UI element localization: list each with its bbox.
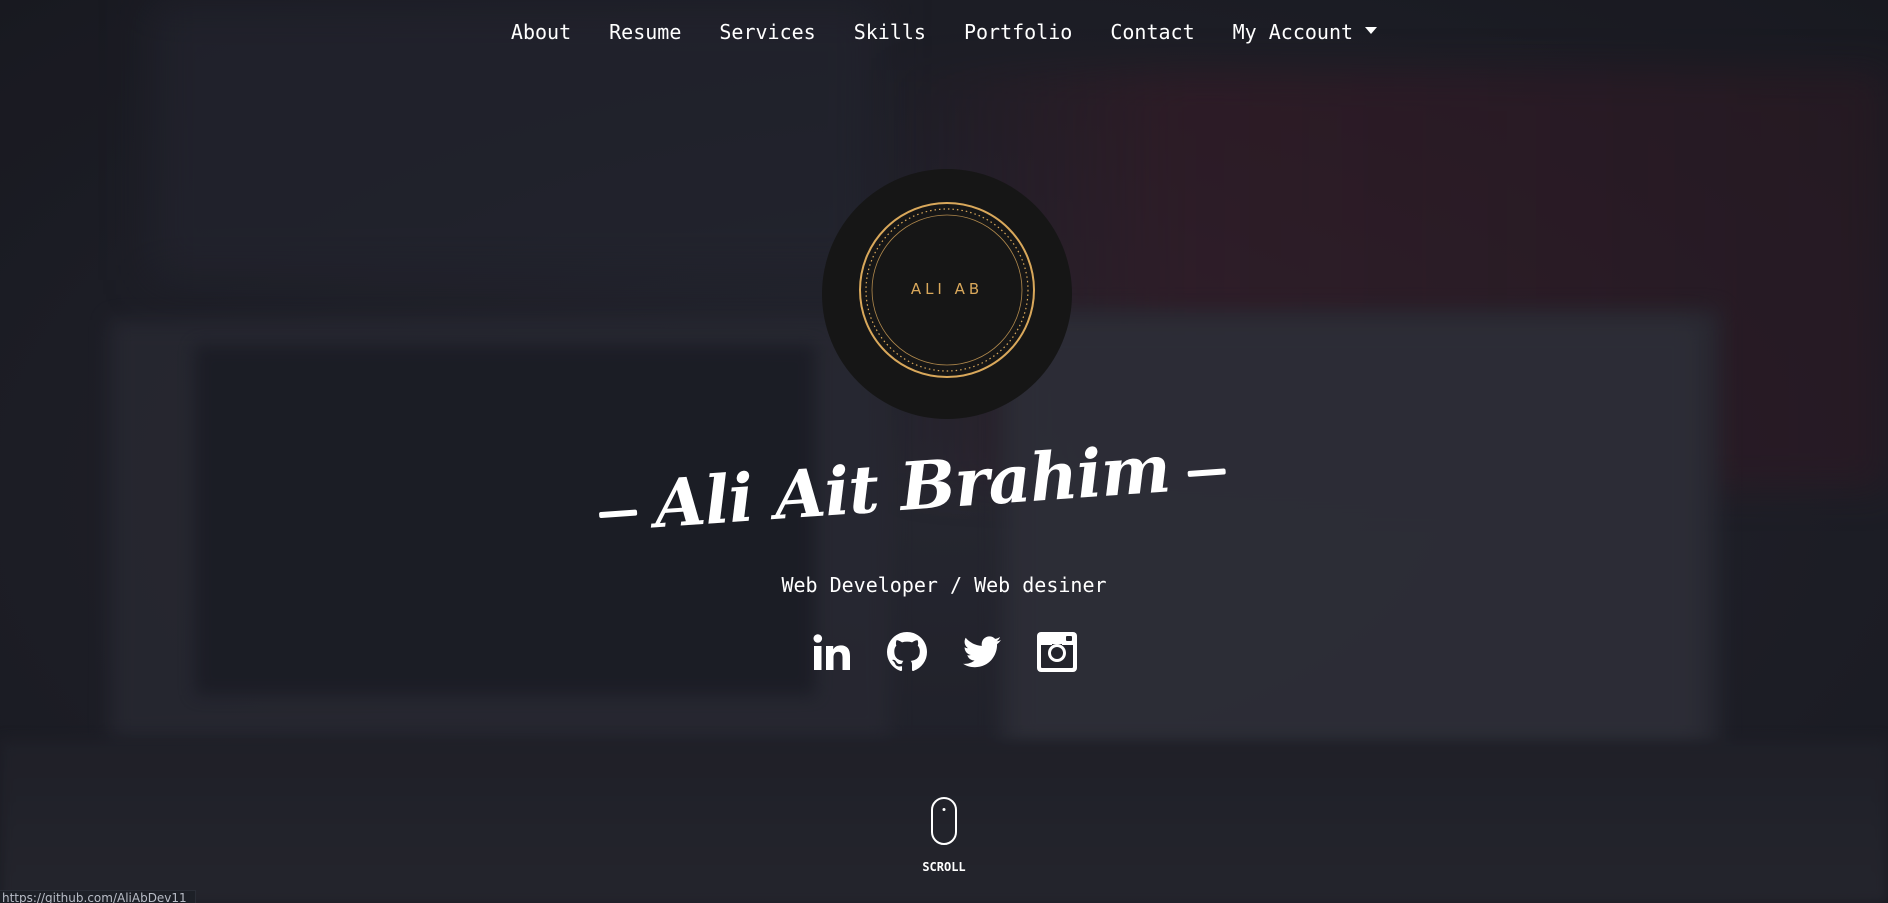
mouse-wheel — [942, 808, 946, 811]
linkedin-link[interactable] — [812, 632, 852, 672]
linkedin-icon — [813, 634, 850, 670]
mouse-icon — [931, 797, 957, 845]
name-dash-left — [598, 509, 638, 519]
hero-section: About Resume Services Skills Portfolio C… — [0, 0, 1888, 903]
scroll-label: SCROLL — [922, 860, 966, 874]
github-link[interactable] — [886, 632, 927, 672]
nav-resume[interactable]: Resume — [590, 18, 700, 46]
logo-text: ALI AB — [910, 280, 984, 298]
social-links — [0, 632, 1888, 672]
main-nav: About Resume Services Skills Portfolio C… — [0, 18, 1888, 46]
caret-down-icon — [1365, 26, 1378, 34]
name-dash-right — [1187, 468, 1226, 477]
instagram-icon — [1036, 632, 1077, 672]
twitter-icon — [962, 636, 1001, 668]
profile-logo: ALI AB — [822, 169, 1072, 419]
nav-my-account-dropdown[interactable]: My Account — [1214, 18, 1396, 46]
scroll-indicator[interactable]: SCROLL — [0, 797, 1888, 874]
browser-status-url: https://github.com/AliAbDev11 — [0, 890, 196, 903]
nav-my-account-label: My Account — [1232, 20, 1354, 44]
twitter-link[interactable] — [962, 632, 1002, 672]
github-icon — [886, 632, 927, 672]
nav-portfolio[interactable]: Portfolio — [945, 18, 1091, 46]
hero-subtitle: Web Developer / Web desiner — [781, 573, 1107, 597]
nav-services[interactable]: Services — [700, 18, 834, 46]
nav-skills[interactable]: Skills — [835, 18, 945, 46]
nav-contact[interactable]: Contact — [1091, 18, 1213, 46]
instagram-link[interactable] — [1036, 632, 1077, 672]
nav-about[interactable]: About — [492, 18, 590, 46]
